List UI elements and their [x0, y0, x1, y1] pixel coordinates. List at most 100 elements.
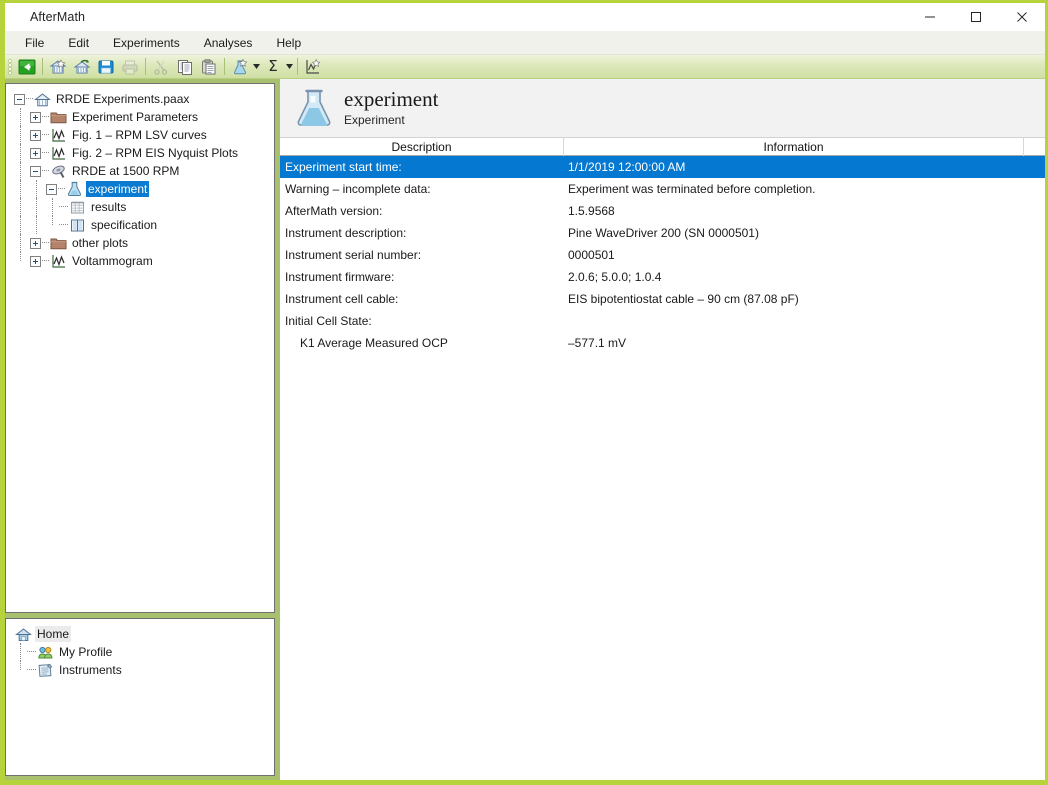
- tree-item-fig2[interactable]: Fig. 2 – RPM EIS Nyquist Plots: [6, 144, 274, 162]
- table-row[interactable]: Instrument description: Pine WaveDriver …: [280, 222, 1045, 244]
- maximize-button[interactable]: [953, 3, 999, 31]
- menu-item-edit[interactable]: Edit: [58, 33, 99, 53]
- close-button[interactable]: [999, 3, 1045, 31]
- tree-connector: [19, 144, 21, 162]
- tree-expander-plus[interactable]: [30, 255, 41, 267]
- toolbar-separator: [42, 58, 43, 75]
- new-plot-icon: [306, 58, 321, 74]
- home-item-instruments[interactable]: Instruments: [6, 661, 274, 679]
- print-icon: [122, 60, 138, 74]
- new-experiment-dropdown[interactable]: [252, 56, 261, 78]
- window-title: AfterMath: [30, 10, 86, 24]
- tree-item-rrde-1500[interactable]: RRDE at 1500 RPM: [6, 162, 274, 180]
- copy-icon: [178, 59, 192, 75]
- new-archive-icon: [49, 58, 67, 73]
- tree-connector: [58, 188, 65, 190]
- cut-button[interactable]: [149, 56, 173, 78]
- analysis-button[interactable]: Σ: [261, 56, 285, 78]
- minimize-button[interactable]: [907, 3, 953, 31]
- copy-button[interactable]: [173, 56, 197, 78]
- folder-icon: [49, 235, 67, 251]
- tree-item-results[interactable]: results: [6, 198, 274, 216]
- tree-item-specification[interactable]: specification: [6, 216, 274, 234]
- tree-item-experiment[interactable]: experiment: [6, 180, 274, 198]
- tree-connector: [42, 260, 49, 262]
- window-controls: [907, 3, 1045, 31]
- tree-connector: [19, 108, 21, 126]
- menu-item-analyses[interactable]: Analyses: [194, 33, 263, 53]
- plot-icon: [49, 253, 67, 269]
- cell-description: Instrument cell cable:: [285, 292, 399, 306]
- menu-item-file[interactable]: File: [15, 33, 54, 53]
- chevron-down-icon: [253, 64, 260, 69]
- save-icon: [98, 60, 114, 73]
- tree-expander-plus[interactable]: [30, 129, 41, 141]
- tree-item-fig1[interactable]: Fig. 1 – RPM LSV curves: [6, 126, 274, 144]
- tree-expander-plus[interactable]: [30, 111, 41, 123]
- tree-item-other-plots[interactable]: other plots: [6, 234, 274, 252]
- table-row[interactable]: Warning – incomplete data: Experiment wa…: [280, 178, 1045, 200]
- tree-expander-plus[interactable]: [30, 237, 41, 249]
- tree-item-label: Fig. 1 – RPM LSV curves: [72, 128, 207, 142]
- tree-item-label: Experiment Parameters: [72, 110, 199, 124]
- close-icon: [1017, 12, 1027, 22]
- new-plot-button[interactable]: [301, 56, 325, 78]
- new-experiment-button[interactable]: [228, 56, 252, 78]
- tree-item-label: specification: [91, 218, 158, 232]
- cell-description: Instrument firmware:: [285, 270, 395, 284]
- tree-expander-minus[interactable]: [14, 93, 25, 105]
- cell-information: –577.1 mV: [568, 336, 627, 350]
- print-button[interactable]: [118, 56, 142, 78]
- tree-connector: [42, 242, 49, 244]
- home-tree-panel[interactable]: Home My Profile Instruments: [5, 618, 275, 776]
- table-row[interactable]: Initial Cell State:: [280, 310, 1045, 332]
- back-button[interactable]: [15, 56, 39, 78]
- table-row[interactable]: AfterMath version: 1.5.9568: [280, 200, 1045, 222]
- open-archive-button[interactable]: [70, 56, 94, 78]
- minimize-icon: [925, 16, 935, 18]
- tree-connector: [26, 98, 33, 100]
- flask-icon: [65, 181, 83, 197]
- tree-connector: [27, 651, 36, 653]
- table-row[interactable]: Instrument cell cable: EIS bipotentiosta…: [280, 288, 1045, 310]
- menu-item-help[interactable]: Help: [266, 33, 311, 53]
- table-row[interactable]: Experiment start time: 1/1/2019 12:00:00…: [280, 156, 1045, 178]
- rrde-icon: [49, 163, 67, 179]
- column-header-extra[interactable]: [1024, 138, 1045, 156]
- tree-item-label: Voltammogram: [72, 254, 153, 268]
- tree-item-experiment-parameters[interactable]: Experiment Parameters: [6, 108, 274, 126]
- archive-tree-panel[interactable]: RRDE Experiments.paax Experiment Paramet: [5, 83, 275, 613]
- table-row[interactable]: Instrument firmware: 2.0.6; 5.0.0; 1.0.4: [280, 266, 1045, 288]
- column-header-information[interactable]: Information: [564, 138, 1024, 156]
- table-row[interactable]: Instrument serial number: 0000501: [280, 244, 1045, 266]
- tree-connector: [19, 643, 21, 661]
- toolbar: Σ: [5, 55, 1045, 79]
- cell-description: Warning – incomplete data:: [285, 182, 431, 196]
- new-archive-button[interactable]: [46, 56, 70, 78]
- tree-expander-plus[interactable]: [30, 147, 41, 159]
- home-item-my-profile[interactable]: My Profile: [6, 643, 274, 661]
- tree-connector: [19, 180, 21, 198]
- table-row[interactable]: K1 Average Measured OCP –577.1 mV: [280, 332, 1045, 354]
- home-item-home[interactable]: Home: [6, 625, 274, 643]
- tree-expander-minus[interactable]: [30, 165, 41, 177]
- paste-button[interactable]: [197, 56, 221, 78]
- tree-connector: [27, 669, 36, 671]
- tree-item-voltammogram[interactable]: Voltammogram: [6, 252, 274, 270]
- tree-connector: [59, 224, 68, 226]
- save-button[interactable]: [94, 56, 118, 78]
- tree-item-archive[interactable]: RRDE Experiments.paax: [6, 90, 274, 108]
- menu-item-experiments[interactable]: Experiments: [103, 33, 190, 53]
- cell-description: K1 Average Measured OCP: [300, 336, 448, 350]
- results-grid-icon: [68, 199, 86, 215]
- analysis-dropdown[interactable]: [285, 56, 294, 78]
- tree-connector: [42, 134, 49, 136]
- tree-connector: [35, 180, 37, 198]
- toolbar-grip[interactable]: [6, 58, 13, 76]
- paste-icon: [202, 58, 216, 74]
- tree-expander-minus[interactable]: [46, 183, 57, 195]
- specification-book-icon: [68, 217, 86, 233]
- column-header-description[interactable]: Description: [280, 138, 564, 156]
- tree-connector: [42, 152, 49, 154]
- tree-connector: [42, 170, 49, 172]
